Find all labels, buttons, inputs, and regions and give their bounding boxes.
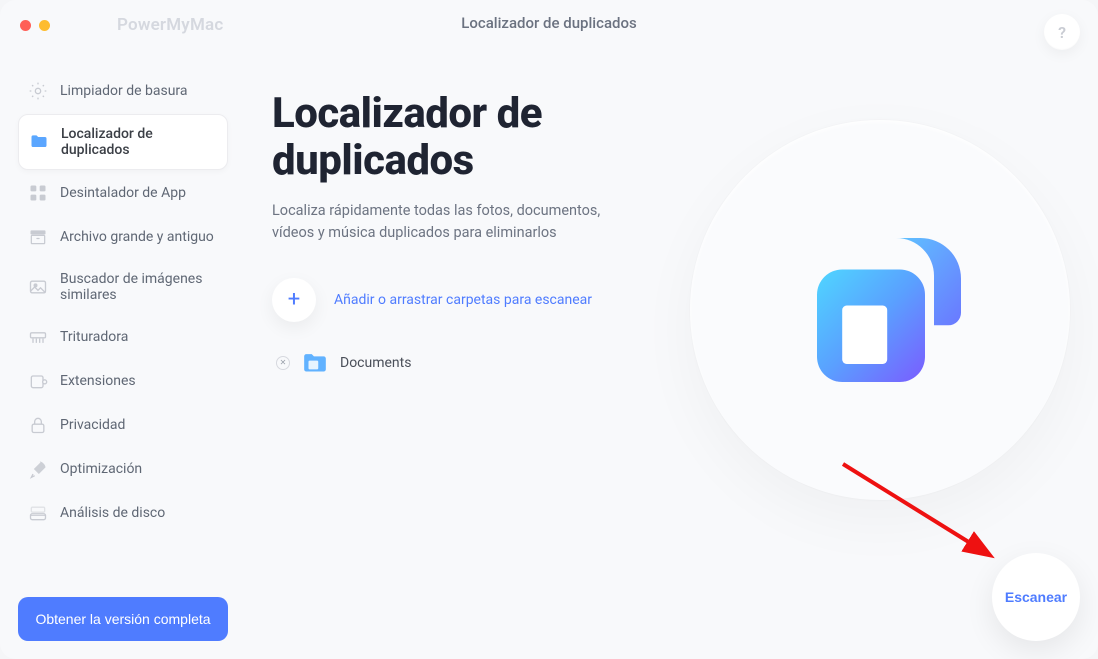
sidebar-item-large-old-files[interactable]: Archivo grande y antiguo <box>18 216 228 258</box>
gear-icon <box>28 81 48 101</box>
app-name-label: PowerMyMac <box>117 15 223 35</box>
sidebar-item-label: Optimización <box>60 461 142 477</box>
minimize-window-button[interactable] <box>39 20 50 31</box>
shredder-icon <box>28 327 48 347</box>
sidebar-item-label: Análisis de disco <box>60 505 165 521</box>
sidebar-item-app-uninstaller[interactable]: Desintalador de App <box>18 172 228 214</box>
sidebar-item-similar-images[interactable]: Buscador de imágenes similares <box>18 260 228 314</box>
sidebar-item-junk-cleaner[interactable]: Limpiador de basura <box>18 70 228 112</box>
main-heading: Localizador de duplicados <box>272 90 752 184</box>
folder-icon <box>302 352 328 374</box>
remove-folder-button[interactable]: ✕ <box>276 356 290 370</box>
grid-icon <box>28 183 48 203</box>
plus-icon: + <box>288 289 300 311</box>
app-window: PowerMyMac Localizador de duplicados ? L… <box>0 0 1098 659</box>
folder-name-label: Documents <box>340 355 411 371</box>
scan-button-label: Escanear <box>1005 589 1067 605</box>
sidebar-item-label: Desintalador de App <box>60 185 186 201</box>
sidebar-item-label: Extensiones <box>60 373 136 389</box>
archive-icon <box>28 227 48 247</box>
scan-button[interactable]: Escanear <box>992 553 1080 641</box>
sidebar-item-disk-analysis[interactable]: Análisis de disco <box>18 492 228 534</box>
folder-color-icon <box>29 132 49 152</box>
window-controls <box>20 20 69 31</box>
sidebar-item-label: Buscador de imágenes similares <box>60 271 218 303</box>
disk-icon <box>28 503 48 523</box>
sidebar-item-label: Limpiador de basura <box>60 83 188 99</box>
sidebar-item-label: Privacidad <box>60 417 125 433</box>
sidebar: Limpiador de basura Localizador de dupli… <box>0 0 242 659</box>
sidebar-item-shredder[interactable]: Trituradora <box>18 316 228 358</box>
rocket-icon <box>28 459 48 479</box>
sidebar-item-extensions[interactable]: Extensiones <box>18 360 228 402</box>
lock-icon <box>28 415 48 435</box>
main-subtext: Localiza rápidamente todas las fotos, do… <box>272 200 602 244</box>
upgrade-button[interactable]: Obtener la versión completa <box>18 597 228 641</box>
image-icon <box>28 277 48 297</box>
add-folder-label[interactable]: Añadir o arrastrar carpetas para escanea… <box>334 292 592 308</box>
maximize-window-button[interactable] <box>58 20 69 31</box>
close-window-button[interactable] <box>20 20 31 31</box>
main-content: Localizador de duplicados Localiza rápid… <box>242 0 1098 659</box>
add-folder-button[interactable]: + <box>272 278 316 322</box>
sidebar-item-label: Archivo grande y antiguo <box>60 229 214 245</box>
sidebar-item-privacy[interactable]: Privacidad <box>18 404 228 446</box>
sidebar-item-label: Trituradora <box>60 329 128 345</box>
duplicate-files-icon <box>790 220 970 400</box>
x-icon: ✕ <box>280 358 287 367</box>
sidebar-list: Limpiador de basura Localizador de dupli… <box>18 70 228 583</box>
illustration-circle <box>690 120 1070 500</box>
titlebar: PowerMyMac <box>0 0 1098 50</box>
sidebar-item-optimization[interactable]: Optimización <box>18 448 228 490</box>
puzzle-icon <box>28 371 48 391</box>
sidebar-item-duplicate-finder[interactable]: Localizador de duplicados <box>18 114 228 170</box>
sidebar-item-label: Localizador de duplicados <box>61 126 217 158</box>
